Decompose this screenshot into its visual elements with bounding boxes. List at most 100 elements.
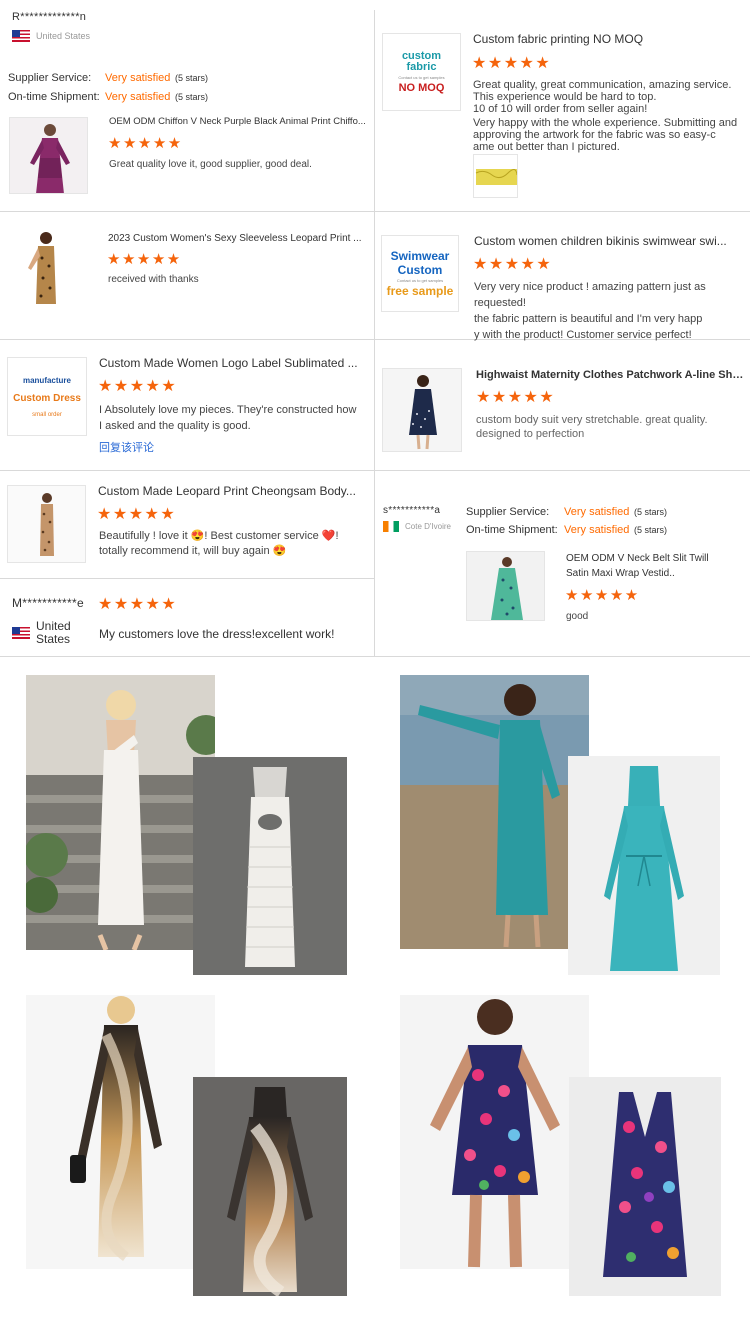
- reviewer-name: s***********a: [383, 505, 441, 516]
- rating-stars-text: (5 stars): [175, 73, 209, 83]
- review-comment: custom body suit very stretchable. great…: [476, 413, 746, 441]
- rating-label: On-time Shipment:: [8, 91, 100, 103]
- product-photo-mannequin-white-dress[interactable]: [193, 757, 347, 975]
- shipment-rating: On-time Shipment: Very satisfied (5 star…: [8, 91, 208, 103]
- review-card: s***********a Cote D'Ivoire Supplier Ser…: [375, 471, 750, 656]
- country-label: United States: [36, 619, 71, 646]
- product-thumbnail[interactable]: Swimwear Custom Contact us to get sample…: [381, 235, 459, 312]
- logo-text: Custom: [397, 263, 443, 277]
- comment-line: totally recommend it, will buy again 😍: [99, 545, 287, 557]
- product-thumbnail[interactable]: manufacture Custom Dress small order: [7, 357, 87, 436]
- product-title-line: OEM ODM V Neck Belt Slit Twill: [566, 553, 709, 564]
- comment-line: ame out better than I pictured.: [473, 141, 620, 153]
- comment-line: custom body suit very stretchable. great…: [476, 414, 708, 426]
- review-card: Highwaist Maternity Clothes Patchwork A-…: [375, 340, 750, 470]
- logo-text: free sample: [386, 284, 454, 298]
- product-photo-model-teal-dress[interactable]: [400, 675, 589, 949]
- logo-text: Contact us to get samples: [396, 278, 444, 283]
- product-photo-model-floral-dress[interactable]: [400, 995, 589, 1269]
- product-title[interactable]: Custom Made Women Logo Label Sublimated …: [99, 356, 369, 370]
- comment-line: 10 of 10 will order from seller again!: [473, 103, 648, 115]
- reviewer-name: M***********e: [12, 596, 84, 610]
- product-title[interactable]: Custom women children bikinis swimwear s…: [474, 234, 744, 248]
- comment-line: Great quality, great communication, amaz…: [473, 79, 732, 91]
- product-title[interactable]: OEM ODM V Neck Belt Slit Twill Satin Max…: [566, 551, 746, 581]
- review-card: Custom Made Leopard Print Cheongsam Body…: [0, 471, 374, 578]
- logo-text: manufacture: [22, 375, 71, 385]
- product-thumbnail[interactable]: custom fabric Contact us to get samples …: [382, 33, 461, 111]
- comment-line: I Absolutely love my pieces. They're con…: [99, 404, 357, 416]
- row-divider: [0, 656, 750, 657]
- review-card: R*************n United States Supplier S…: [0, 0, 374, 211]
- star-rating: ★★★★★: [565, 587, 640, 604]
- cote-divoire-flag-icon: [383, 521, 399, 532]
- star-rating: ★★★★★: [473, 256, 553, 273]
- logo-text: Contact us to get samples: [398, 75, 445, 80]
- rating-stars-text: (5 stars): [634, 525, 668, 535]
- reviewer-country: United States: [12, 620, 80, 646]
- review-image[interactable]: [473, 154, 518, 198]
- review-card: custom fabric Contact us to get samples …: [375, 0, 750, 211]
- comment-line: I asked and the quality is good.: [99, 420, 251, 432]
- rating-label: On-time Shipment:: [466, 524, 558, 536]
- comment-line: the fabric pattern is beautiful and I'm …: [474, 313, 703, 325]
- product-title[interactable]: OEM ODM Chiffon V Neck Purple Black Anim…: [109, 116, 371, 127]
- logo-text: Swimwear: [390, 249, 450, 263]
- comment-line: designed to perfection: [476, 428, 585, 440]
- product-title-line: Satin Maxi Wrap Vestid..: [566, 568, 675, 579]
- logo-text: NO MOQ: [398, 82, 445, 94]
- comment-line: Very happy with the whole experience. Su…: [473, 117, 738, 129]
- product-title[interactable]: Custom Made Leopard Print Cheongsam Body…: [98, 484, 368, 498]
- rating-value: Very satisfied: [564, 524, 630, 536]
- comment-line: This experience would be hard to top.: [473, 91, 657, 103]
- product-thumbnail[interactable]: [466, 551, 545, 621]
- rating-stars-text: (5 stars): [634, 507, 668, 517]
- review-comment: My customers love the dress!excellent wo…: [99, 627, 335, 641]
- supplier-service-rating: Supplier Service: Very satisfied (5 star…: [466, 506, 667, 518]
- product-photo-model-gradient-dress[interactable]: [26, 995, 215, 1269]
- logo-text: small order: [32, 411, 62, 418]
- reply-link[interactable]: 回复该评论: [99, 439, 154, 455]
- star-rating: ★★★★★: [98, 378, 178, 395]
- reviewer-country: Cote D'Ivoire: [383, 521, 451, 532]
- us-flag-icon: [12, 627, 30, 639]
- rating-label: Supplier Service:: [8, 72, 92, 84]
- comment-line: Beautifully ! love it 😍! Best customer s…: [99, 530, 339, 542]
- comment-line: approving the artwork for the fabric was…: [473, 129, 716, 141]
- product-photo-mannequin-teal-dress[interactable]: [568, 756, 720, 975]
- country-label: Cote D'Ivoire: [405, 522, 451, 531]
- review-card: 2023 Custom Women's Sexy Sleeveless Leop…: [0, 212, 374, 339]
- product-photo-mannequin-floral-dress[interactable]: [569, 1077, 721, 1296]
- review-comment: Very very nice product ! amazing pattern…: [474, 279, 749, 343]
- product-thumbnail[interactable]: [7, 485, 86, 563]
- review-card: manufacture Custom Dress small order Cus…: [0, 340, 374, 470]
- review-comment: Great quality, great communication, amaz…: [473, 79, 748, 153]
- product-thumbnail[interactable]: [16, 228, 71, 308]
- reviewer-name: R*************n: [12, 11, 87, 23]
- comment-line: Very very nice product ! amazing pattern…: [474, 281, 706, 309]
- product-title[interactable]: Custom fabric printing NO MOQ: [473, 32, 743, 46]
- review-comment: Great quality love it, good supplier, go…: [109, 159, 312, 170]
- rating-value: Very satisfied: [105, 91, 171, 103]
- product-photo-mannequin-gradient-dress[interactable]: [193, 1077, 347, 1296]
- product-photo-model-white-dress[interactable]: [26, 675, 215, 950]
- star-rating: ★★★★★: [108, 135, 183, 152]
- logo-text: fabric: [406, 61, 437, 73]
- review-comment: received with thanks: [108, 274, 199, 285]
- rating-value: Very satisfied: [105, 72, 171, 84]
- star-rating: ★★★★★: [476, 389, 556, 406]
- rating-value: Very satisfied: [564, 506, 630, 518]
- rating-label: Supplier Service:: [466, 506, 550, 518]
- product-thumbnail[interactable]: [9, 117, 88, 194]
- logo-text: Custom Dress: [13, 392, 81, 404]
- product-title[interactable]: 2023 Custom Women's Sexy Sleeveless Leop…: [108, 233, 368, 244]
- product-thumbnail[interactable]: [382, 368, 462, 452]
- review-card: M***********e ★★★★★ United States My cus…: [0, 579, 374, 656]
- country-label: United States: [36, 31, 91, 41]
- star-rating: ★★★★★: [98, 596, 178, 613]
- review-comment: good: [566, 611, 589, 622]
- shipment-rating: On-time Shipment: Very satisfied (5 star…: [466, 524, 667, 536]
- review-comment: Beautifully ! love it 😍! Best customer s…: [99, 529, 369, 559]
- product-title[interactable]: Highwaist Maternity Clothes Patchwork A-…: [476, 369, 744, 381]
- star-rating: ★★★★★: [107, 251, 182, 268]
